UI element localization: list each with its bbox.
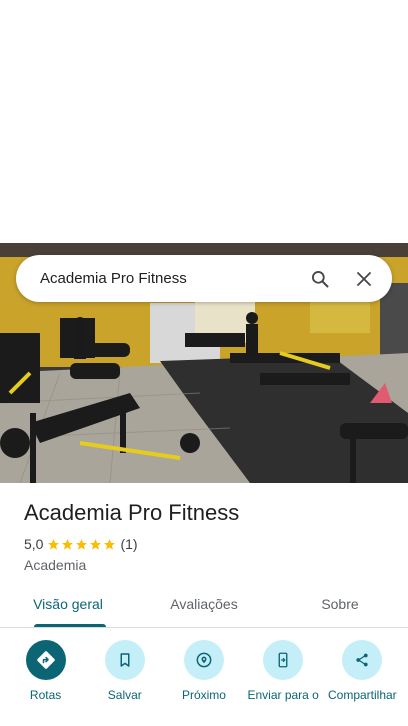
star-icon bbox=[90, 538, 102, 550]
star-icon bbox=[48, 538, 60, 550]
share-label: Compartilhar bbox=[327, 688, 397, 702]
star-icon bbox=[104, 538, 116, 550]
action-bar: Rotas Salvar Próximo Enviar para o Compa… bbox=[0, 640, 408, 726]
bookmark-icon bbox=[120, 653, 130, 667]
close-icon bbox=[357, 271, 371, 286]
share-button[interactable]: Compartilhar bbox=[326, 640, 398, 726]
review-count[interactable]: (1) bbox=[120, 536, 137, 552]
map-area[interactable] bbox=[0, 0, 408, 243]
save-label: Salvar bbox=[107, 688, 142, 702]
send-to-phone-label: Enviar para o bbox=[247, 688, 319, 702]
tab-about[interactable]: Sobre bbox=[272, 584, 408, 627]
search-button[interactable] bbox=[298, 257, 342, 301]
tab-bar: Visão geral Avaliações Sobre bbox=[0, 584, 408, 628]
tab-overview[interactable]: Visão geral bbox=[0, 584, 136, 627]
nearby-label: Próximo bbox=[181, 688, 226, 702]
nearby-button[interactable]: Próximo bbox=[168, 640, 240, 726]
search-bar[interactable]: Academia Pro Fitness bbox=[16, 255, 392, 302]
search-icon bbox=[312, 270, 329, 287]
search-query[interactable]: Academia Pro Fitness bbox=[16, 270, 298, 287]
directions-icon bbox=[36, 651, 55, 669]
star-icon bbox=[62, 538, 74, 550]
nearby-icon bbox=[196, 652, 212, 668]
tab-reviews[interactable]: Avaliações bbox=[136, 584, 272, 627]
send-to-phone-button[interactable]: Enviar para o bbox=[247, 640, 319, 726]
place-category: Academia bbox=[24, 557, 87, 573]
directions-label: Rotas bbox=[29, 688, 62, 702]
star-rating bbox=[47, 538, 116, 551]
rating-value: 5,0 bbox=[24, 536, 44, 552]
close-button[interactable] bbox=[342, 257, 386, 301]
place-name: Academia Pro Fitness bbox=[24, 500, 240, 525]
send-to-phone-icon bbox=[278, 652, 288, 668]
share-icon bbox=[356, 653, 368, 667]
rating-row[interactable]: 5,0 (1) bbox=[24, 536, 138, 552]
save-button[interactable]: Salvar bbox=[89, 640, 161, 726]
directions-button[interactable]: Rotas bbox=[10, 640, 82, 726]
star-icon bbox=[76, 538, 88, 550]
